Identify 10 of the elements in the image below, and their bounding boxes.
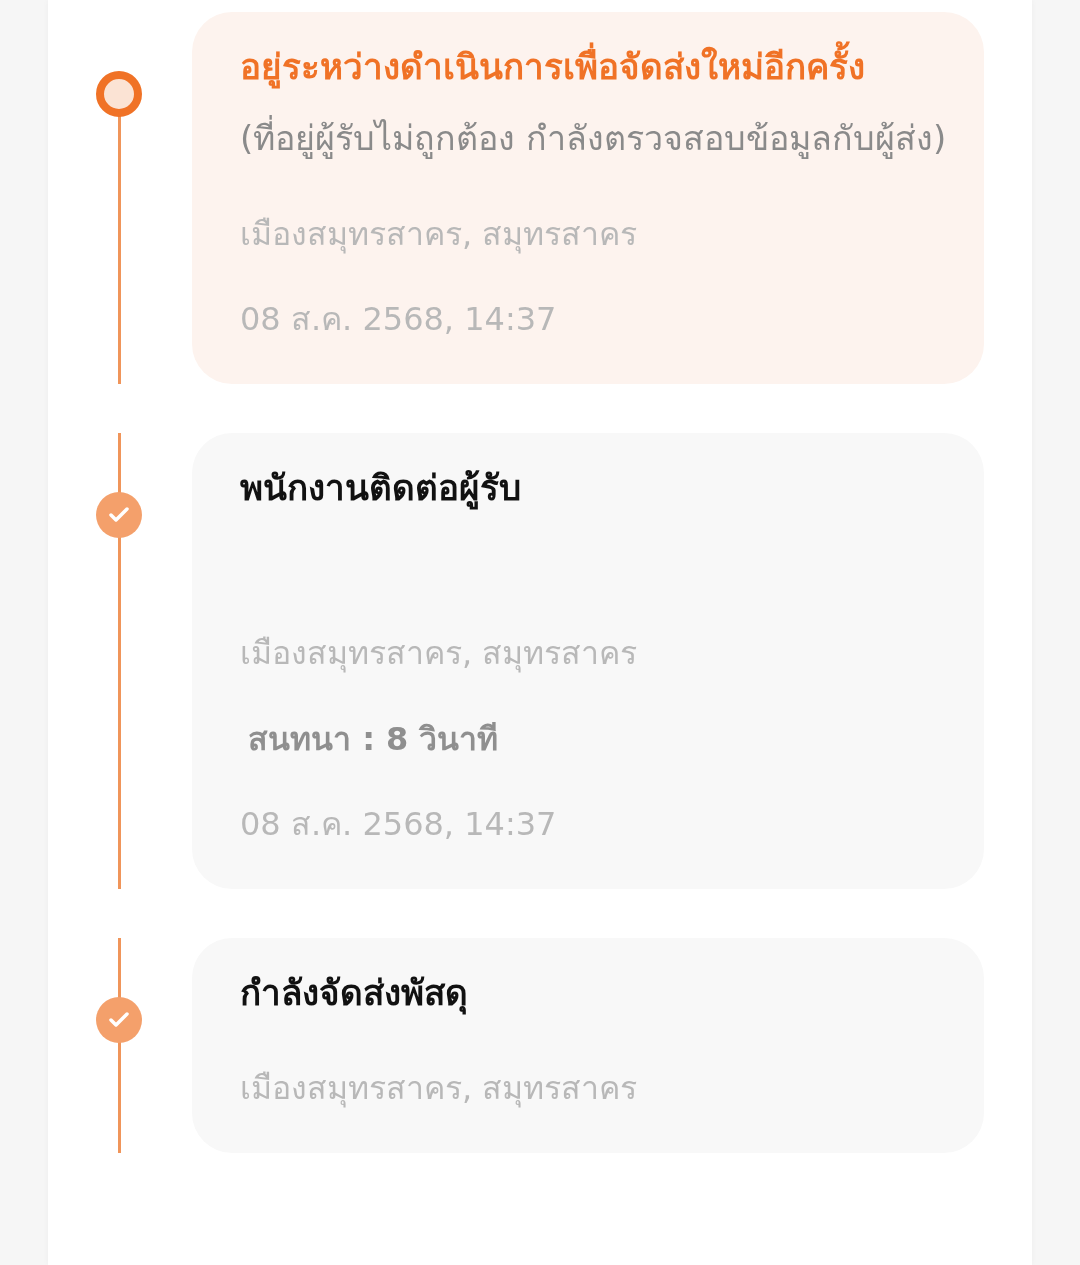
call-duration: สนทนา : 8 วินาที [247, 719, 500, 760]
event-title: อยู่ระหว่างดำเนินการเพื่อจัดส่งใหม่อีกครั้ง [240, 32, 954, 102]
event-note: (ที่อยู่ผู้รับไม่ถูกต้อง กำลังตรวจสอบข้อมูลกับผู้ส่ง) [240, 102, 954, 174]
event-location: เมืองสมุทรสาคร, สมุทรสาคร [240, 1068, 639, 1110]
event-title: กำลังจัดส่งพัสดุ [240, 972, 469, 1017]
event-title: พนักงานติดต่อผู้รับ [240, 467, 522, 512]
event-time: 08 ส.ค. 2568, 14:37 [240, 804, 558, 845]
event-time: 08 ส.ค. 2568, 14:37 [240, 299, 558, 340]
event-location: เมืองสมุทรสาคร, สมุทรสาคร [240, 633, 639, 675]
event-location: เมืองสมุทรสาคร, สมุทรสาคร [240, 214, 639, 256]
